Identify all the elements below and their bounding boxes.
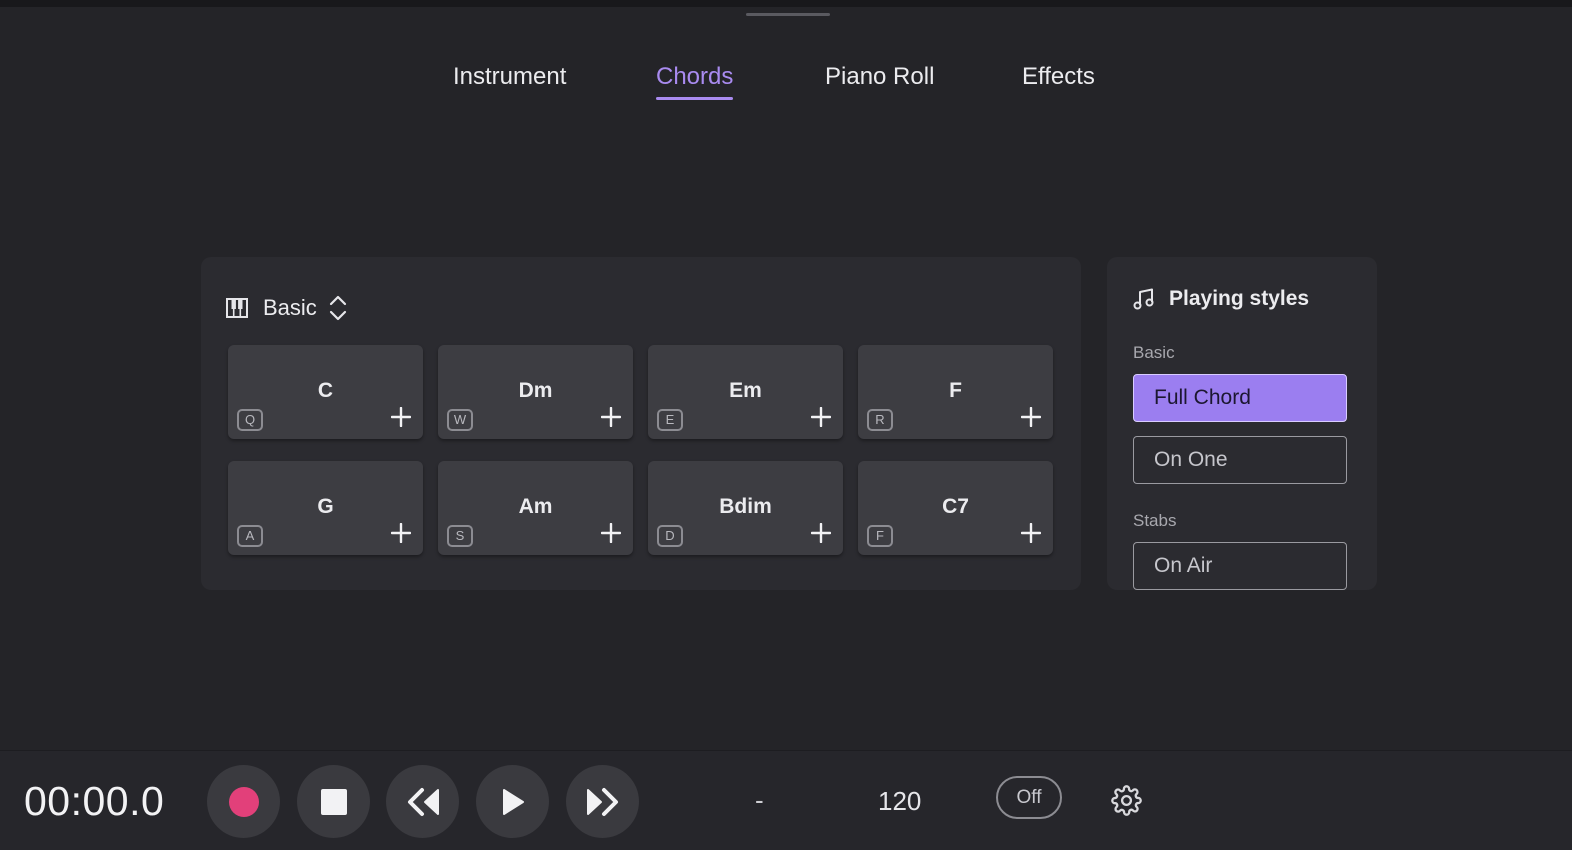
chord-pad-name: G xyxy=(317,495,334,518)
plus-icon[interactable] xyxy=(811,523,831,543)
chord-pad[interactable]: CQ xyxy=(228,345,423,439)
time-display: 00:00.0 xyxy=(24,778,165,824)
keyboard-shortcut-badge: D xyxy=(657,525,683,547)
style-option-on-one[interactable]: On One xyxy=(1133,436,1347,484)
gear-icon[interactable] xyxy=(1111,785,1142,816)
tab-bar: Instrument Chords Piano Roll Effects xyxy=(0,60,1572,104)
keyboard-shortcut-badge: S xyxy=(447,525,473,547)
fast-forward-button[interactable] xyxy=(566,765,639,838)
chord-pad[interactable]: Dm W xyxy=(438,345,633,439)
record-icon xyxy=(228,786,259,817)
chord-pad[interactable]: C7 F xyxy=(858,461,1053,555)
keyboard-shortcut-badge: F xyxy=(867,525,893,547)
chord-preset-selector[interactable]: Basic xyxy=(226,293,347,323)
time-signature-display[interactable]: - xyxy=(755,785,764,816)
chord-pad-name: Em xyxy=(729,379,762,402)
playing-styles-title: Playing styles xyxy=(1169,287,1310,310)
keyboard-shortcut-badge: Q xyxy=(237,409,263,431)
plus-icon[interactable] xyxy=(601,407,621,427)
plus-icon[interactable] xyxy=(1021,523,1041,543)
drag-handle[interactable] xyxy=(746,13,830,16)
tab-piano-roll[interactable]: Piano Roll xyxy=(825,60,934,94)
style-group-label-stabs: Stabs xyxy=(1133,511,1177,530)
style-group-label-basic: Basic xyxy=(1133,343,1175,362)
chord-pad-name: Dm xyxy=(518,379,553,402)
tab-effects[interactable]: Effects xyxy=(1022,60,1095,94)
rewind-icon xyxy=(407,787,439,816)
keyboard-shortcut-badge: W xyxy=(447,409,473,431)
top-bar xyxy=(0,0,1572,7)
keyboard-shortcut-badge: R xyxy=(867,409,893,431)
plus-icon[interactable] xyxy=(601,523,621,543)
plus-icon[interactable] xyxy=(391,407,411,427)
chord-pad-name: C xyxy=(317,379,334,402)
fast-forward-icon xyxy=(586,787,618,816)
chord-pad[interactable]: Am S xyxy=(438,461,633,555)
keyboard-shortcut-badge: E xyxy=(657,409,683,431)
chord-pad-name: F xyxy=(949,379,962,402)
chord-preset-label: Basic xyxy=(263,295,317,320)
stop-icon xyxy=(320,788,347,815)
rewind-button[interactable] xyxy=(386,765,459,838)
playing-styles-panel: Playing styles Basic Full Chord On One S… xyxy=(1107,257,1377,590)
playing-styles-header: Playing styles xyxy=(1133,287,1309,311)
plus-icon[interactable] xyxy=(391,523,411,543)
tab-chords[interactable]: Chords xyxy=(656,60,734,100)
play-icon xyxy=(502,788,524,815)
plus-icon[interactable] xyxy=(811,407,831,427)
chord-pad-name: C7 xyxy=(942,495,969,518)
style-option-full-chord[interactable]: Full Chord xyxy=(1133,374,1347,422)
tab-instrument[interactable]: Instrument xyxy=(453,60,566,94)
stop-button[interactable] xyxy=(297,765,370,838)
transport-bar: 00:00.0 - 120 Off xyxy=(0,750,1572,850)
piano-keys-icon xyxy=(226,298,248,318)
style-option-on-air[interactable]: On Air xyxy=(1133,542,1347,590)
chord-pad[interactable]: Bdim D xyxy=(648,461,843,555)
chord-pad[interactable]: GA xyxy=(228,461,423,555)
chord-pad-name: Bdim xyxy=(719,495,772,518)
chord-pad[interactable]: FR xyxy=(858,345,1053,439)
chord-pad[interactable]: Em E xyxy=(648,345,843,439)
play-button[interactable] xyxy=(476,765,549,838)
chord-pads-panel: Basic C Q Dm W Em E F R G A Am S Bdim D C7 F xyxy=(201,257,1081,590)
chevron-up-down-icon[interactable] xyxy=(329,294,347,322)
chord-pad-name: Am xyxy=(518,495,553,518)
music-note-icon xyxy=(1133,288,1154,310)
metronome-toggle[interactable]: Off xyxy=(996,776,1062,819)
keyboard-shortcut-badge: A xyxy=(237,525,263,547)
plus-icon[interactable] xyxy=(1021,407,1041,427)
tempo-display[interactable]: 120 xyxy=(878,786,921,817)
record-button[interactable] xyxy=(207,765,280,838)
